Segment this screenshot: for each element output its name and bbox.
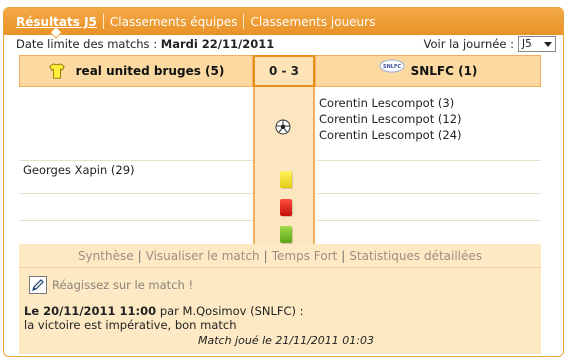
match-header-row: Date limite des matchs : Mardi 22/11/201… [16, 36, 556, 54]
row-divider [317, 193, 541, 194]
match-footer: Synthèse | Visualiser le match | Temps F… [19, 244, 541, 354]
link-summary[interactable]: Synthèse [78, 249, 134, 263]
react-to-match[interactable]: Réagissez sur le match ! [29, 276, 193, 294]
row-divider [19, 160, 253, 161]
react-label[interactable]: Réagissez sur le match ! [52, 278, 193, 292]
home-team-name: real united bruges (5) [75, 64, 225, 78]
events-column [253, 87, 315, 246]
round-label: Voir la journée : [423, 37, 514, 51]
jersey-icon [48, 63, 65, 79]
comment-author: M.Qosimov (SNLFC) : [182, 304, 304, 318]
pencil-icon[interactable] [29, 276, 47, 294]
score: 0 - 3 [253, 55, 315, 87]
match-panel: real united bruges (5) 0 - 3 SNLFC SNLFC… [19, 55, 541, 246]
tab-team-standings[interactable]: Classements équipes [104, 15, 244, 29]
link-highlights[interactable]: Temps Fort [272, 249, 338, 263]
goal-scorer: Corentin Lescompot (24) [319, 128, 462, 142]
deadline-value: Mardi 22/11/2011 [160, 37, 275, 51]
tab-bar: Résultats J5 Classements équipes Classem… [4, 8, 563, 39]
away-team-header[interactable]: SNLFC SNLFC (1) [315, 55, 541, 87]
round-selector: Voir la journée : J5 [423, 36, 556, 52]
match-played-note: Match joué le 21/11/2011 01:03 [198, 334, 374, 347]
link-divider: | [263, 248, 268, 263]
round-dropdown[interactable]: J5 [518, 36, 556, 52]
chevron-down-icon [544, 41, 552, 47]
comment-timestamp: Le 20/11/2011 11:00 [24, 304, 157, 318]
row-divider [19, 193, 253, 194]
tab-results[interactable]: Résultats J5 [10, 14, 103, 39]
club-logo-text: SNLFC [383, 64, 401, 70]
club-logo-icon: SNLFC [379, 59, 405, 73]
tab-player-standings[interactable]: Classements joueurs [244, 15, 381, 29]
match-links: Synthèse | Visualiser le match | Temps F… [19, 244, 541, 268]
home-card-player: Georges Xapin (29) [23, 163, 135, 177]
deadline: Date limite des matchs : Mardi 22/11/201… [16, 37, 274, 51]
football-icon [275, 119, 291, 135]
away-team-name: SNLFC (1) [410, 64, 478, 78]
link-detailed-stats[interactable]: Statistiques détaillées [349, 249, 482, 263]
round-selected-value: J5 [522, 38, 532, 50]
comment: Le 20/11/2011 11:00 par M.Qosimov (SNLFC… [24, 304, 534, 332]
link-divider: | [341, 248, 346, 263]
row-divider [317, 220, 541, 221]
goal-scorers: Corentin Lescompot (3) Corentin Lescompo… [319, 95, 462, 143]
red-card-icon [280, 199, 292, 216]
row-divider [317, 160, 541, 161]
home-team-header[interactable]: real united bruges (5) [19, 55, 253, 87]
link-divider: | [137, 248, 142, 263]
goal-scorer: Corentin Lescompot (3) [319, 96, 455, 110]
link-view-match[interactable]: Visualiser le match [146, 249, 260, 263]
comment-by: par [159, 304, 179, 318]
green-card-icon [280, 226, 292, 243]
yellow-card-icon [280, 171, 292, 188]
goal-scorer: Corentin Lescompot (12) [319, 112, 462, 126]
tab-results-label: Résultats J5 [16, 14, 97, 29]
comment-text: la victoire est impérative, bon match [24, 318, 237, 332]
deadline-label: Date limite des matchs : [16, 37, 158, 51]
row-divider [19, 220, 253, 221]
